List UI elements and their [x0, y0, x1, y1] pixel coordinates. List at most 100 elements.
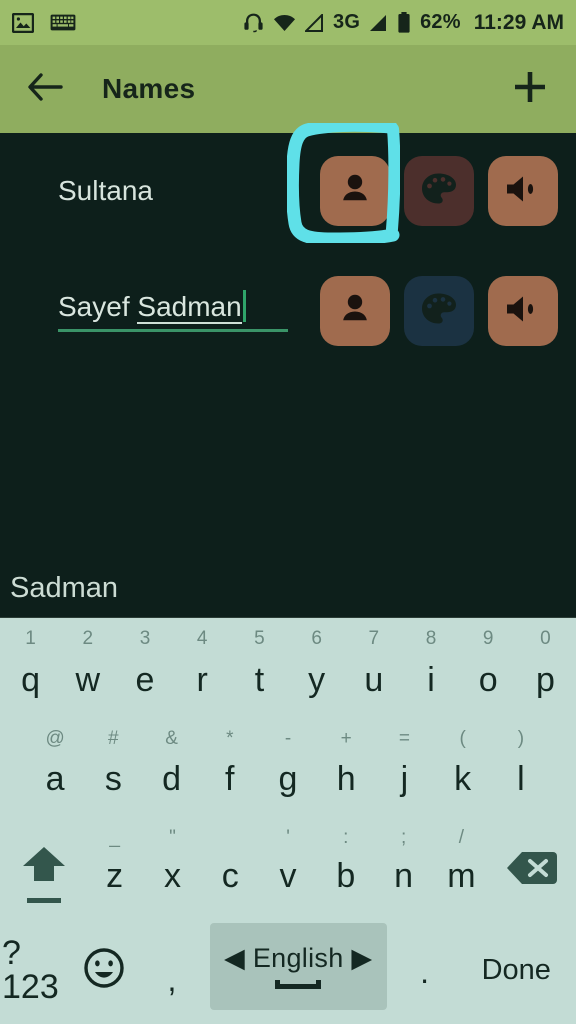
done-key[interactable]: Done — [458, 921, 574, 1021]
speaker-button[interactable] — [488, 156, 558, 226]
key-label: h — [336, 760, 356, 799]
key-z[interactable]: _ z — [86, 821, 144, 921]
key-hint: ' — [286, 827, 290, 848]
speaker-icon — [504, 173, 542, 210]
name-input[interactable]: Sayef Sadman — [58, 290, 288, 332]
keyboard-row-2: @ a # s & d * f -g + h = j (k ) l — [0, 722, 576, 822]
key-o[interactable]: 9o — [460, 622, 517, 722]
key-i[interactable]: 8i — [402, 622, 459, 722]
palette-icon — [420, 292, 458, 331]
key-g[interactable]: -g — [259, 722, 317, 822]
key-j[interactable]: = j — [375, 722, 433, 822]
signal-icon-1 — [305, 13, 324, 32]
table-row: Sultana — [0, 143, 576, 239]
key-hint: 0 — [540, 628, 551, 649]
key-m[interactable]: / m — [432, 821, 490, 921]
key-c[interactable]: c — [201, 821, 259, 921]
period-key[interactable]: . — [391, 921, 459, 1021]
key-label: o — [478, 660, 498, 699]
key-hint: # — [108, 727, 119, 749]
key-label: r — [196, 660, 208, 699]
key-label: v — [279, 856, 297, 895]
key-hint: = — [398, 727, 410, 749]
key-y[interactable]: 6y — [288, 622, 345, 722]
shift-key[interactable] — [2, 821, 86, 921]
space-key[interactable]: ◀ English ▶ — [209, 922, 387, 1010]
key-t[interactable]: 5t — [231, 622, 288, 722]
key-a[interactable]: @ a — [26, 722, 84, 822]
name-field-1[interactable]: Sultana — [0, 175, 320, 207]
keyboard-row-1: 1q 2w 3e 4r 5t 6y 7u 8i 9o 0p — [0, 622, 576, 722]
row-actions-1 — [320, 156, 558, 226]
key-w[interactable]: 2w — [59, 622, 116, 722]
key-l[interactable]: ) l — [492, 722, 550, 822]
app-bar: Names — [0, 45, 576, 133]
symbols-key[interactable]: ?123 — [2, 921, 70, 1021]
palette-button[interactable] — [404, 156, 474, 226]
key-n[interactable]: ; n — [375, 821, 433, 921]
speaker-button[interactable] — [488, 276, 558, 346]
key-hint: ( — [459, 727, 466, 749]
back-button[interactable] — [22, 66, 68, 112]
key-u[interactable]: 7u — [345, 622, 402, 722]
key-label: w — [75, 660, 101, 699]
person-button[interactable] — [320, 276, 390, 346]
key-label: l — [517, 760, 525, 799]
key-p[interactable]: 0p — [517, 622, 574, 722]
comma-key[interactable]: , — [138, 921, 206, 1021]
speaker-icon — [504, 293, 542, 330]
suggestion-word[interactable]: Sadman — [10, 572, 118, 605]
shift-indicator — [26, 897, 61, 903]
key-label: q — [21, 660, 41, 699]
backspace-key[interactable] — [490, 821, 574, 921]
emoji-key[interactable] — [70, 921, 138, 1021]
palette-button[interactable] — [404, 276, 474, 346]
battery-icon — [397, 12, 411, 33]
key-k[interactable]: (k — [434, 722, 492, 822]
key-r[interactable]: 4r — [174, 622, 231, 722]
row-actions-2 — [320, 276, 558, 346]
key-label: a — [45, 760, 65, 799]
key-v[interactable]: ' v — [259, 821, 317, 921]
name-label: Sultana — [58, 175, 153, 206]
key-hint: _ — [109, 827, 120, 848]
keyboard-icon — [50, 14, 76, 31]
keyboard-row-4: ?123 , ◀ English ▶ . Done — [0, 921, 576, 1024]
key-q[interactable]: 1q — [2, 622, 59, 722]
arrow-left-icon — [26, 72, 64, 107]
key-f[interactable]: * f — [201, 722, 259, 822]
space-bar-icon — [275, 980, 322, 990]
key-hint: * — [226, 727, 234, 749]
emoji-smiley-icon — [83, 947, 125, 994]
signal-icon-2 — [369, 14, 388, 32]
key-hint: & — [165, 727, 178, 749]
key-label: u — [364, 660, 384, 699]
wifi-icon — [273, 14, 296, 32]
key-label: , — [167, 961, 177, 998]
triangle-right-icon[interactable]: ▶ — [351, 943, 372, 973]
key-label: c — [221, 856, 239, 895]
key-d[interactable]: & d — [142, 722, 200, 822]
key-hint: 8 — [425, 628, 437, 649]
keyboard-suggestion-strip[interactable]: Sadman — [0, 560, 576, 618]
text-caret — [242, 290, 246, 322]
table-row: Sayef Sadman — [0, 263, 576, 359]
name-field-2[interactable]: Sayef Sadman — [0, 290, 320, 332]
person-icon — [337, 171, 373, 212]
triangle-left-icon[interactable]: ◀ — [224, 943, 245, 973]
add-button[interactable] — [506, 65, 554, 113]
key-h[interactable]: + h — [317, 722, 375, 822]
names-list: Sultana Sayef Sadman — [0, 133, 576, 618]
key-hint: 9 — [482, 628, 494, 649]
key-b[interactable]: :b — [317, 821, 375, 921]
key-hint: 2 — [82, 628, 94, 649]
key-hint: - — [284, 727, 292, 749]
space-language-label: ◀ English ▶ — [224, 943, 372, 974]
key-s[interactable]: # s — [84, 722, 142, 822]
key-e[interactable]: 3e — [116, 622, 173, 722]
key-x[interactable]: " x — [144, 821, 202, 921]
person-button[interactable] — [320, 156, 390, 226]
on-screen-keyboard: 1q 2w 3e 4r 5t 6y 7u 8i 9o 0p @ a # s & d *… — [0, 618, 576, 1024]
network-type-label: 3G — [333, 11, 361, 33]
shift-up-arrow-icon — [21, 845, 67, 888]
